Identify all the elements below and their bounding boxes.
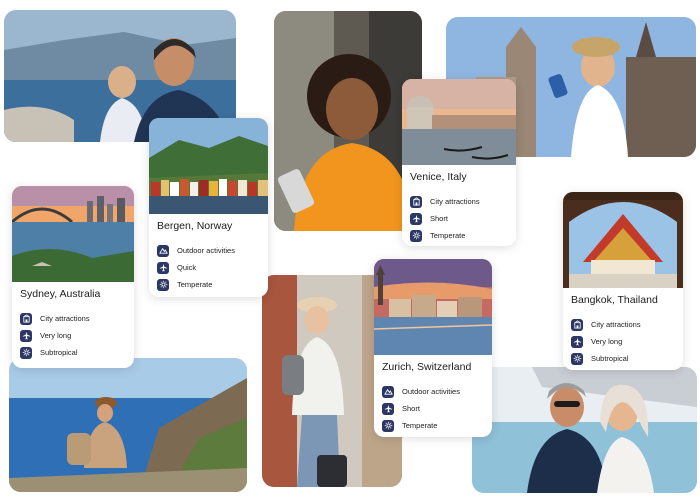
tag-label: Temperate	[430, 231, 466, 240]
tag-label: Short	[430, 214, 448, 223]
destination-card-venice[interactable]: Venice, Italy City attractions Short Tem…	[402, 79, 516, 246]
sun-icon	[20, 346, 32, 359]
tag-activity: City attractions	[20, 310, 126, 327]
tag-activity: Outdoor activities	[157, 242, 260, 259]
photo-woman-phone-orange	[274, 11, 422, 231]
mountain-icon	[157, 244, 169, 257]
plane-icon	[157, 261, 169, 274]
tag-label: Subtropical	[591, 354, 629, 363]
tag-label: Outdoor activities	[402, 387, 460, 396]
tag-climate: Temperate	[382, 417, 484, 434]
tag-flight: Short	[382, 400, 484, 417]
tag-label: Temperate	[402, 421, 438, 430]
tag-label: Very long	[40, 331, 72, 340]
tag-label: City attractions	[430, 197, 480, 206]
building-icon	[410, 195, 422, 208]
tag-label: Subtropical	[40, 348, 78, 357]
card-title: Venice, Italy	[410, 171, 467, 183]
tag-climate: Subtropical	[571, 350, 675, 367]
tag-flight: Short	[410, 210, 508, 227]
tag-climate: Subtropical	[20, 344, 126, 361]
sun-icon	[410, 229, 422, 242]
card-title: Zurich, Switzerland	[382, 361, 472, 373]
mountain-icon	[382, 385, 394, 398]
tag-label: Outdoor activities	[177, 246, 235, 255]
thumbnail-bergen	[149, 118, 268, 214]
destination-card-sydney[interactable]: Sydney, Australia City attractions Very …	[12, 186, 134, 368]
tag-label: Very long	[591, 337, 623, 346]
thumbnail-zurich	[374, 259, 492, 355]
thumbnail-bangkok	[563, 192, 683, 288]
tag-activity: Outdoor activities	[382, 383, 484, 400]
destination-card-bergen[interactable]: Bergen, Norway Outdoor activities Quick …	[149, 118, 268, 297]
tag-label: Short	[402, 404, 420, 413]
tag-climate: Temperate	[157, 276, 260, 293]
building-icon	[571, 318, 583, 331]
tag-label: City attractions	[40, 314, 90, 323]
card-title: Bergen, Norway	[157, 220, 233, 232]
plane-icon	[571, 335, 583, 348]
tag-activity: City attractions	[571, 316, 675, 333]
tag-flight: Very long	[20, 327, 126, 344]
tag-activity: City attractions	[410, 193, 508, 210]
tag-label: Temperate	[177, 280, 213, 289]
tag-flight: Very long	[571, 333, 675, 350]
card-title: Bangkok, Thailand	[571, 294, 658, 306]
photo-hiker-coast	[9, 358, 247, 492]
sun-icon	[382, 419, 394, 432]
thumbnail-venice	[402, 79, 516, 165]
plane-icon	[382, 402, 394, 415]
plane-icon	[20, 329, 32, 342]
tag-flight: Quick	[157, 259, 260, 276]
sun-icon	[157, 278, 169, 291]
card-title: Sydney, Australia	[20, 288, 101, 300]
tag-label: Quick	[177, 263, 197, 272]
destination-card-bangkok[interactable]: Bangkok, Thailand City attractions Very …	[563, 192, 683, 370]
thumbnail-sydney	[12, 186, 134, 282]
tag-climate: Temperate	[410, 227, 508, 244]
destination-card-zurich[interactable]: Zurich, Switzerland Outdoor activities S…	[374, 259, 492, 437]
tag-label: City attractions	[591, 320, 641, 329]
plane-icon	[410, 212, 422, 225]
photo-couple-boat	[472, 367, 697, 493]
building-icon	[20, 312, 32, 325]
sun-icon	[571, 352, 583, 365]
